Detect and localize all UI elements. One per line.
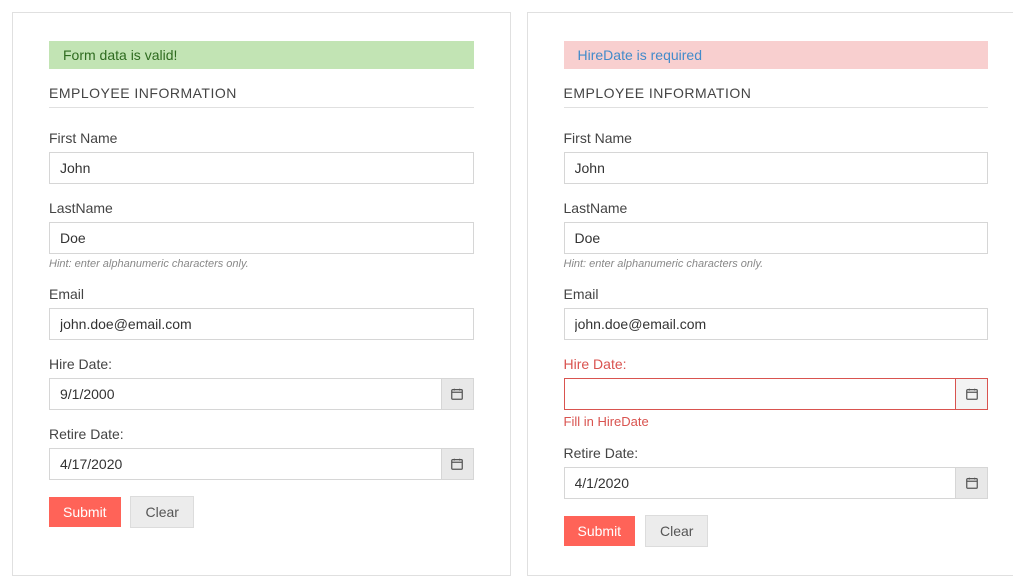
last-name-label: LastName bbox=[49, 200, 474, 216]
email-field: Email bbox=[564, 286, 989, 340]
retire-date-field: Retire Date: bbox=[564, 445, 989, 499]
retire-date-input[interactable] bbox=[565, 468, 956, 498]
calendar-icon bbox=[450, 457, 464, 471]
hire-date-label: Hire Date: bbox=[564, 356, 989, 372]
retire-date-picker-button[interactable] bbox=[955, 468, 987, 498]
last-name-field: LastName Hint: enter alphanumeric charac… bbox=[564, 200, 989, 270]
first-name-input[interactable] bbox=[564, 152, 989, 184]
first-name-input[interactable] bbox=[49, 152, 474, 184]
first-name-label: First Name bbox=[564, 130, 989, 146]
hire-date-field: Hire Date: bbox=[49, 356, 474, 410]
validation-banner-error: HireDate is required bbox=[564, 41, 989, 69]
form-buttons: Submit Clear bbox=[49, 496, 474, 528]
form-comparison-container: Form data is valid! EMPLOYEE INFORMATION… bbox=[12, 12, 1013, 576]
clear-button[interactable]: Clear bbox=[645, 515, 708, 547]
retire-date-label: Retire Date: bbox=[49, 426, 474, 442]
hire-date-input[interactable] bbox=[565, 379, 956, 409]
clear-button[interactable]: Clear bbox=[130, 496, 193, 528]
last-name-input[interactable] bbox=[564, 222, 989, 254]
email-label: Email bbox=[49, 286, 474, 302]
hire-date-input[interactable] bbox=[50, 379, 441, 409]
employee-form-valid: Form data is valid! EMPLOYEE INFORMATION… bbox=[12, 12, 511, 576]
hire-date-error: Fill in HireDate bbox=[564, 414, 989, 429]
hire-date-picker-button[interactable] bbox=[955, 379, 987, 409]
first-name-field: First Name bbox=[49, 130, 474, 184]
retire-date-wrap bbox=[564, 467, 989, 499]
hire-date-label: Hire Date: bbox=[49, 356, 474, 372]
last-name-hint: Hint: enter alphanumeric characters only… bbox=[49, 258, 474, 270]
hire-date-picker-button[interactable] bbox=[441, 379, 473, 409]
validation-banner-success: Form data is valid! bbox=[49, 41, 474, 69]
calendar-icon bbox=[965, 387, 979, 401]
retire-date-wrap bbox=[49, 448, 474, 480]
retire-date-label: Retire Date: bbox=[564, 445, 989, 461]
email-input[interactable] bbox=[49, 308, 474, 340]
submit-button[interactable]: Submit bbox=[49, 497, 121, 527]
first-name-label: First Name bbox=[49, 130, 474, 146]
last-name-input[interactable] bbox=[49, 222, 474, 254]
last-name-hint: Hint: enter alphanumeric characters only… bbox=[564, 258, 989, 270]
hire-date-field: Hire Date: Fill in HireDate bbox=[564, 356, 989, 429]
submit-button[interactable]: Submit bbox=[564, 516, 636, 546]
form-buttons: Submit Clear bbox=[564, 515, 989, 547]
last-name-label: LastName bbox=[564, 200, 989, 216]
retire-date-picker-button[interactable] bbox=[441, 449, 473, 479]
retire-date-field: Retire Date: bbox=[49, 426, 474, 480]
last-name-field: LastName Hint: enter alphanumeric charac… bbox=[49, 200, 474, 270]
calendar-icon bbox=[450, 387, 464, 401]
retire-date-input[interactable] bbox=[50, 449, 441, 479]
hire-date-wrap bbox=[49, 378, 474, 410]
section-title: EMPLOYEE INFORMATION bbox=[564, 85, 989, 108]
email-input[interactable] bbox=[564, 308, 989, 340]
email-label: Email bbox=[564, 286, 989, 302]
first-name-field: First Name bbox=[564, 130, 989, 184]
email-field: Email bbox=[49, 286, 474, 340]
hire-date-wrap bbox=[564, 378, 989, 410]
section-title: EMPLOYEE INFORMATION bbox=[49, 85, 474, 108]
calendar-icon bbox=[965, 476, 979, 490]
employee-form-invalid: HireDate is required EMPLOYEE INFORMATIO… bbox=[527, 12, 1013, 576]
